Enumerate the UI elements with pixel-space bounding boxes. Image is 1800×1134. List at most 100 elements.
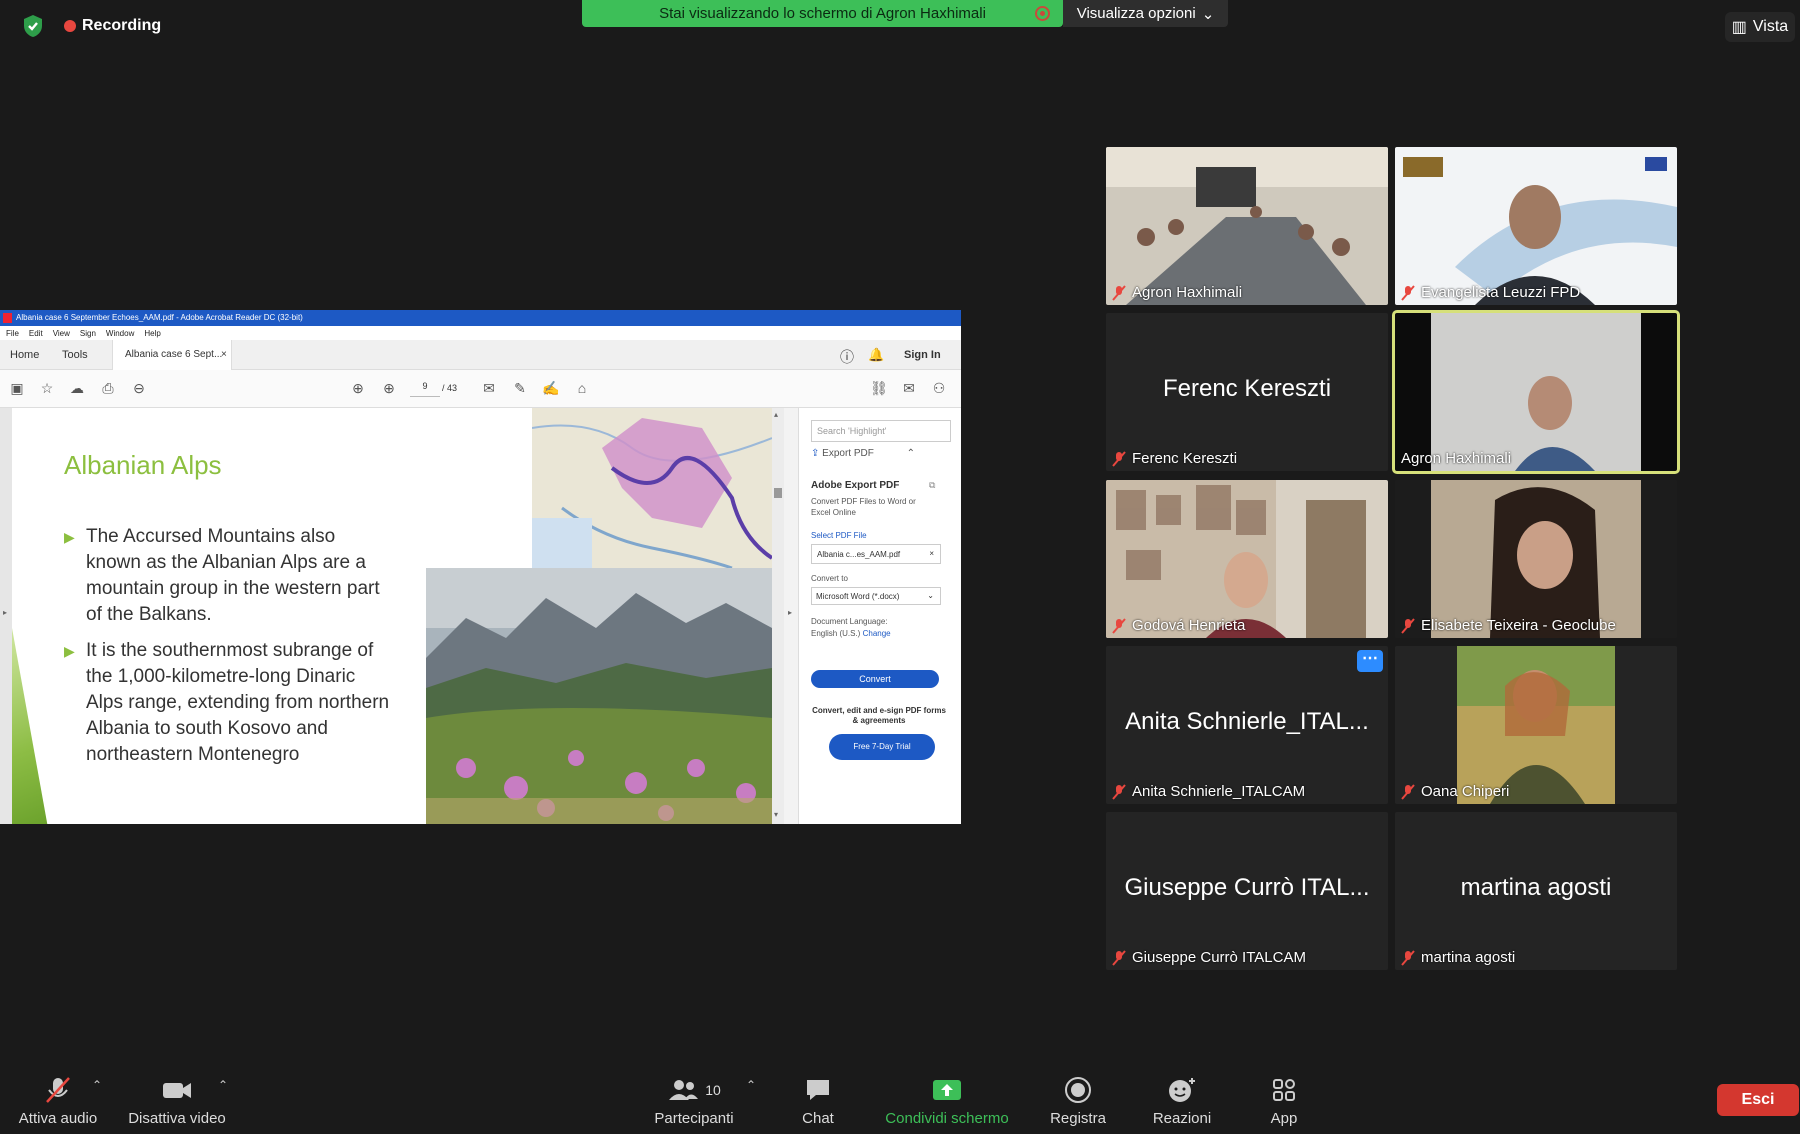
scroll-down-icon[interactable]: ▾ — [774, 810, 778, 819]
shared-screen-acrobat-window: Albania case 6 September Echoes_AAM.pdf … — [0, 310, 961, 824]
export-pdf-header[interactable]: ⇪ Export PDF ⌃ — [811, 448, 915, 459]
sign-in-button[interactable]: Sign In — [904, 349, 941, 361]
stop-share-icon[interactable] — [1035, 6, 1050, 21]
add-user-icon[interactable]: ⚇ — [930, 379, 948, 397]
view-options-button[interactable]: Visualizza opzioni ⌄ — [1063, 0, 1228, 27]
menu-sign[interactable]: Sign — [80, 329, 96, 338]
recording-label[interactable]: Recording — [82, 17, 161, 35]
participant-name: Evangelista Leuzzi FPD — [1401, 284, 1580, 301]
clear-file-icon[interactable]: × — [929, 549, 934, 558]
slide-bullet: It is the southernmost subrange of the 1… — [64, 638, 394, 768]
selected-file-field[interactable]: Albania c...es_AAM.pdf × — [811, 544, 941, 564]
unmute-label: Attiva audio — [18, 1110, 98, 1127]
chat-label: Chat — [802, 1110, 834, 1127]
video-feed — [1395, 313, 1677, 471]
menu-file[interactable]: File — [6, 329, 19, 338]
help-icon[interactable]: ⓘ — [840, 347, 854, 367]
format-select[interactable]: Microsoft Word (*.docx) ⌄ — [811, 587, 941, 605]
next-page-icon[interactable]: ⊕ — [380, 379, 398, 397]
highlight-icon[interactable]: ✎ — [511, 379, 529, 397]
muted-mic-icon — [1401, 284, 1415, 301]
comment-icon[interactable]: ✉ — [480, 379, 498, 397]
participants-options-chevron-icon[interactable]: ⌃ — [746, 1078, 756, 1092]
menu-help[interactable]: Help — [144, 329, 160, 338]
stop-video-button[interactable]: Disattiva video — [124, 1076, 230, 1127]
video-tile[interactable]: Oana Chiperi — [1395, 646, 1677, 804]
bell-icon[interactable]: 🔔 — [868, 347, 884, 363]
video-tile[interactable]: Godová Henrieta — [1106, 480, 1388, 638]
video-camera-icon — [163, 1083, 191, 1098]
view-button[interactable]: ▥ Vista — [1725, 12, 1795, 42]
apps-label: App — [1270, 1110, 1298, 1127]
zoom-out-icon[interactable]: ⊖ — [130, 379, 148, 397]
change-language-link[interactable]: Change — [863, 629, 891, 638]
video-tile[interactable]: Evangelista Leuzzi FPD — [1395, 147, 1677, 305]
upload-icon[interactable]: ☁ — [68, 379, 86, 397]
share-screen-button[interactable]: Condividi schermo — [878, 1076, 1016, 1127]
record-label: Registra — [1050, 1110, 1106, 1127]
participant-display-name: Ferenc Kereszti — [1162, 375, 1332, 402]
copy-icon: ⧉ — [929, 480, 936, 490]
map-image — [532, 408, 772, 568]
video-tile[interactable]: Giuseppe Currò ITAL... Giuseppe Currò IT… — [1106, 812, 1388, 970]
video-tile[interactable]: martina agosti martina agosti — [1395, 812, 1677, 970]
reactions-button[interactable]: Reazioni — [1144, 1076, 1220, 1127]
tab-document[interactable]: Albania case 6 Sept... × — [112, 340, 232, 370]
chat-button[interactable]: Chat — [790, 1076, 846, 1127]
prev-page-icon[interactable]: ⊕ — [349, 379, 367, 397]
chevron-down-icon: ⌄ — [927, 591, 934, 600]
more-options-icon[interactable]: ⋯ — [1357, 650, 1383, 672]
participants-button[interactable]: 10 Partecipanti — [648, 1076, 740, 1127]
print-icon[interactable]: ⎙ — [99, 379, 117, 397]
right-panel-toggle[interactable]: ▸ — [784, 408, 798, 824]
export-pdf-header-label: Export PDF — [822, 448, 874, 459]
participant-name: Oana Chiperi — [1401, 783, 1509, 800]
participants-count: 10 — [705, 1082, 721, 1098]
format-value: Microsoft Word (*.docx) — [816, 592, 900, 601]
sign-icon[interactable]: ✍ — [542, 379, 560, 397]
tab-tools[interactable]: Tools — [62, 349, 88, 361]
menu-edit[interactable]: Edit — [29, 329, 43, 338]
unmute-button[interactable]: Attiva audio — [14, 1076, 102, 1127]
tab-document-label: Albania case 6 Sept... — [125, 349, 223, 360]
leave-meeting-button[interactable]: Esci — [1717, 1084, 1799, 1116]
video-tile-active-speaker[interactable]: Agron Haxhimali — [1392, 310, 1680, 474]
video-options-chevron-icon[interactable]: ⌃ — [218, 1078, 228, 1092]
audio-options-chevron-icon[interactable]: ⌃ — [92, 1078, 102, 1092]
tag-icon[interactable]: ⌂ — [573, 379, 591, 397]
menu-window[interactable]: Window — [106, 329, 134, 338]
scroll-up-icon[interactable]: ▴ — [774, 410, 778, 419]
video-tile[interactable]: ⋯ Anita Schnierle_ITAL... Anita Schnierl… — [1106, 646, 1388, 804]
muted-mic-icon — [1401, 617, 1415, 634]
apps-button[interactable]: App — [1258, 1076, 1310, 1127]
menu-view[interactable]: View — [53, 329, 70, 338]
tools-search-input[interactable]: Search 'Highlight' — [811, 420, 951, 442]
free-trial-button[interactable]: Free 7-Day Trial — [829, 734, 935, 760]
participant-name: Godová Henrieta — [1112, 617, 1245, 634]
save-icon[interactable]: ▣ — [8, 379, 26, 397]
acrobat-menu-bar: File Edit View Sign Window Help — [0, 326, 961, 340]
select-pdf-label[interactable]: Select PDF File — [811, 531, 867, 540]
video-tile[interactable]: Ferenc Kereszti Ferenc Kereszti — [1106, 313, 1388, 471]
tab-home[interactable]: Home — [10, 349, 39, 361]
mail-icon[interactable]: ✉ — [900, 379, 918, 397]
video-tile[interactable]: Agron Haxhimali — [1106, 147, 1388, 305]
share-screen-icon — [933, 1080, 961, 1100]
convert-button[interactable]: Convert — [811, 670, 939, 688]
scroll-thumb[interactable] — [774, 488, 782, 498]
pdf-scrollbar[interactable]: ▴ ▾ — [772, 408, 784, 824]
star-icon[interactable]: ☆ — [38, 379, 56, 397]
view-options-label: Visualizza opzioni — [1076, 5, 1196, 22]
left-panel-toggle[interactable]: ▸ — [0, 408, 12, 824]
link-icon[interactable]: ⛓ — [870, 379, 888, 397]
page-number-input[interactable]: 9 — [410, 381, 440, 397]
stop-video-label: Disattiva video — [128, 1110, 226, 1127]
share-screen-label: Condividi schermo — [885, 1110, 1009, 1127]
participant-name-label: Elisabete Teixeira - Geoclube — [1421, 617, 1616, 634]
video-tile[interactable]: Elisabete Teixeira - Geoclube — [1395, 480, 1677, 638]
acrobat-title-bar: Albania case 6 September Echoes_AAM.pdf … — [0, 310, 961, 326]
record-button[interactable]: Registra — [1044, 1076, 1112, 1127]
security-shield-icon[interactable] — [22, 14, 44, 38]
expand-left-icon: ▸ — [3, 608, 8, 617]
close-tab-icon[interactable]: × — [221, 349, 227, 360]
